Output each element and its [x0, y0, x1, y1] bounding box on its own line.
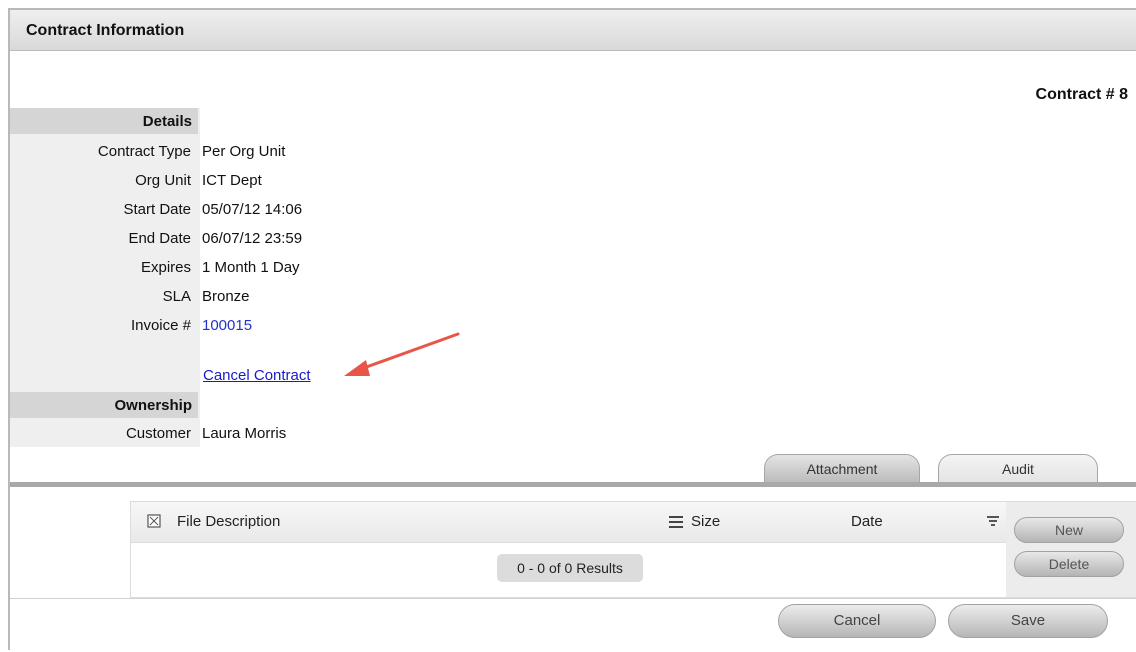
tab-attachment[interactable]: Attachment [764, 454, 920, 482]
attachment-actions: New Delete [1006, 501, 1136, 598]
title-bar: Contract Information [10, 10, 1136, 51]
end-date-label: End Date [128, 230, 191, 247]
start-date-value: 05/07/12 14:06 [202, 201, 303, 218]
end-date-value: 06/07/12 23:59 [202, 230, 303, 247]
column-file-description[interactable]: File Description [177, 513, 280, 530]
tab-audit[interactable]: Audit [938, 454, 1098, 482]
delete-button[interactable]: Delete [1014, 551, 1124, 577]
results-count: 0 - 0 of 0 Results [497, 554, 643, 582]
contract-information-window: Contract Information Contract # 8 Detail… [8, 8, 1136, 652]
contract-type-value: Per Org Unit [202, 143, 286, 160]
start-date-label: Start Date [123, 201, 191, 218]
column-date[interactable]: Date [851, 513, 883, 530]
cancel-button[interactable]: Cancel [778, 604, 936, 638]
attachments-grid: File Description Size Date 0 - 0 of 0 Re… [130, 501, 1008, 598]
expires-label: Expires [140, 259, 191, 276]
org-unit-value: ICT Dept [202, 172, 262, 189]
details-section-header: Details [10, 108, 198, 134]
expires-value: 1 Month 1 Day [202, 259, 300, 276]
org-unit-label: Org Unit [135, 172, 191, 189]
window-title: Contract Information [26, 22, 185, 39]
ownership-header-label: Ownership [114, 397, 192, 414]
annotation-arrow-icon [344, 332, 460, 376]
column-menu-icon[interactable] [669, 515, 683, 532]
contract-type-label: Contract Type [97, 143, 191, 160]
invoice-link[interactable]: 100015 [202, 317, 252, 334]
filter-icon[interactable] [987, 515, 999, 532]
column-size[interactable]: Size [691, 513, 720, 530]
sla-value: Bronze [202, 288, 250, 305]
attachments-panel: File Description Size Date 0 - 0 of 0 Re… [10, 487, 1136, 652]
grid-header: File Description Size Date [131, 502, 1007, 543]
cancel-contract-link[interactable]: Cancel Contract [203, 367, 311, 384]
footer-separator [10, 598, 1136, 599]
ownership-section-header: Ownership [10, 392, 198, 418]
save-button[interactable]: Save [948, 604, 1108, 638]
contract-number: Contract # 8 [1035, 86, 1128, 103]
customer-label: Customer [125, 425, 191, 442]
sla-label: SLA [162, 288, 191, 305]
customer-value: Laura Morris [202, 425, 287, 442]
select-all-checkbox-icon[interactable] [147, 514, 161, 532]
details-header-label: Details [142, 113, 192, 130]
invoice-label: Invoice # [130, 317, 191, 334]
new-button[interactable]: New [1014, 517, 1124, 543]
